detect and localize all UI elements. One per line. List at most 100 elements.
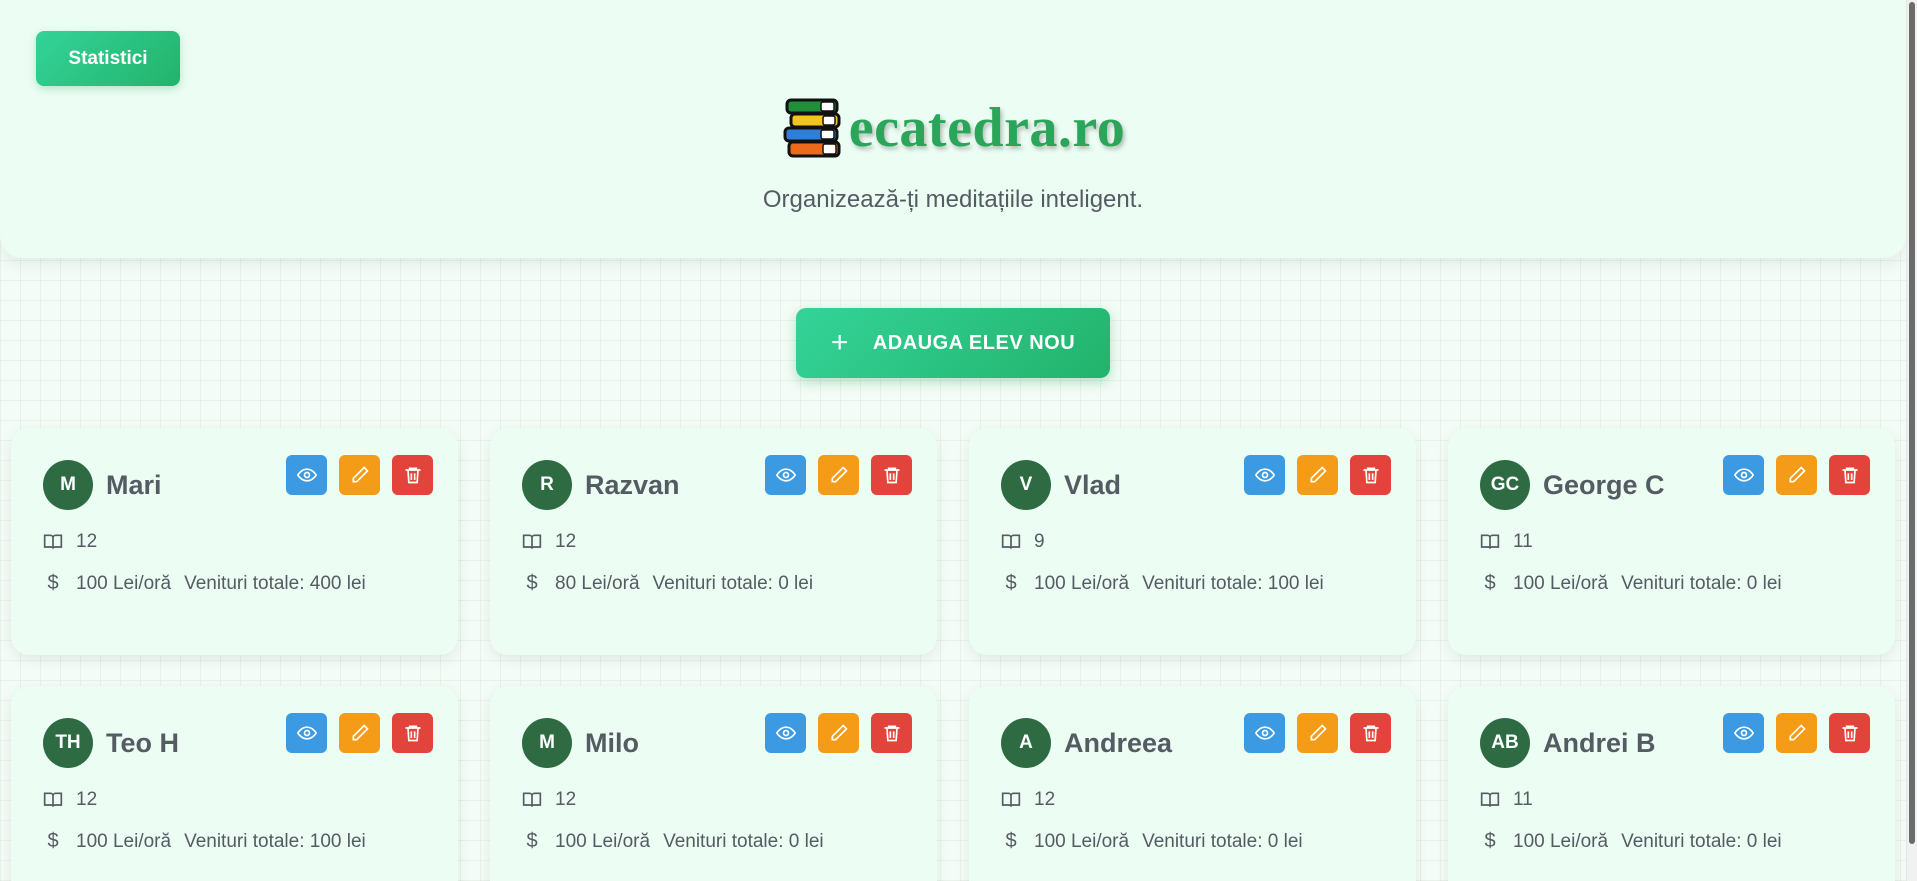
hourly-rate: 100 Lei/oră (1034, 830, 1130, 852)
total-income: Venituri totale: 0 lei (1621, 830, 1782, 852)
scrollbar[interactable] (1906, 0, 1917, 881)
total-income: Venituri totale: 0 lei (1142, 830, 1303, 852)
tagline: Organizează-ți meditațiile inteligent. (762, 186, 1144, 213)
student-name: Razvan (585, 470, 680, 500)
trash-icon (1842, 467, 1857, 484)
statistics-button[interactable]: Statistici (36, 31, 180, 86)
edit-button[interactable] (818, 713, 859, 753)
student-card[interactable]: TH Teo H 12 $100 Lei/oră Venituri totale:… (11, 686, 458, 881)
edit-button[interactable] (818, 455, 859, 495)
trash-icon (1363, 725, 1378, 742)
student-grade: 12 (555, 789, 577, 810)
eye-icon (1733, 726, 1754, 740)
trash-icon (884, 725, 899, 742)
hourly-rate: 100 Lei/oră (1513, 572, 1609, 594)
add-student-label: ADAUGA ELEV NOU (872, 331, 1076, 354)
total-income: Venituri totale: 0 lei (1621, 572, 1782, 594)
dollar-icon: $ (47, 572, 59, 594)
scrollbar-thumb[interactable] (1909, 2, 1915, 844)
pencil-icon (1310, 724, 1327, 741)
student-card[interactable]: AB Andrei B 11 $100 Lei/oră Venituri tota… (1448, 686, 1895, 881)
student-name: Andrei B (1543, 728, 1656, 758)
pencil-icon (1789, 466, 1806, 483)
student-grade: 9 (1034, 531, 1045, 552)
edit-button[interactable] (1297, 713, 1338, 753)
total-income: Venituri totale: 400 lei (184, 572, 366, 594)
student-card[interactable]: M Mari 12 $100 Lei/oră Venituri totale: 4… (11, 428, 458, 655)
student-cards: M Mari 12 $100 Lei/oră Venituri totale: 4… (11, 428, 1897, 881)
avatar: AB (1480, 718, 1530, 768)
student-name: Milo (585, 728, 639, 758)
header: Statistici ecatedra.ro Organizează-ți me… (0, 0, 1906, 258)
avatar: R (522, 460, 572, 510)
hourly-rate: 80 Lei/oră (555, 572, 640, 594)
student-card[interactable]: V Vlad 9 $100 Lei/oră Venituri totale: 10… (969, 428, 1416, 655)
trash-icon (405, 467, 420, 484)
edit-button[interactable] (339, 713, 380, 753)
delete-button[interactable] (1350, 713, 1391, 753)
view-button[interactable] (286, 713, 327, 753)
student-name: Andreea (1064, 728, 1173, 758)
student-grade: 12 (76, 531, 98, 552)
book-icon (43, 532, 63, 552)
pencil-icon (1310, 466, 1327, 483)
student-grade: 11 (1513, 531, 1533, 552)
edit-button[interactable] (1776, 713, 1817, 753)
trash-icon (405, 725, 420, 742)
edit-button[interactable] (1297, 455, 1338, 495)
view-button[interactable] (765, 713, 806, 753)
pencil-icon (352, 724, 369, 741)
book-icon (1001, 790, 1021, 810)
student-card[interactable]: A Andreea 12 $100 Lei/oră Venituri totale… (969, 686, 1416, 881)
trash-icon (1842, 725, 1857, 742)
student-name: Teo H (106, 728, 179, 758)
edit-button[interactable] (339, 455, 380, 495)
view-button[interactable] (765, 455, 806, 495)
delete-button[interactable] (392, 713, 433, 753)
avatar: TH (43, 718, 93, 768)
books-logo-icon (783, 98, 841, 158)
total-income: Venituri totale: 0 lei (652, 572, 814, 594)
eye-icon (296, 726, 317, 740)
delete-button[interactable] (392, 455, 433, 495)
book-icon (522, 532, 542, 552)
book-icon (1480, 532, 1500, 552)
eye-icon (775, 468, 796, 482)
hourly-rate: 100 Lei/oră (76, 830, 172, 852)
eye-icon (775, 726, 796, 740)
student-name: Vlad (1064, 470, 1122, 500)
student-grade: 11 (1513, 789, 1533, 810)
student-card[interactable]: M Milo 12 $100 Lei/oră Venituri totale: 0… (490, 686, 937, 881)
view-button[interactable] (1723, 455, 1764, 495)
delete-button[interactable] (1829, 455, 1870, 495)
student-grade: 12 (1034, 789, 1056, 810)
add-student-button[interactable]: + ADAUGA ELEV NOU (796, 308, 1110, 378)
delete-button[interactable] (1829, 713, 1870, 753)
dollar-icon: $ (1005, 830, 1017, 852)
edit-button[interactable] (1776, 455, 1817, 495)
student-card[interactable]: GC George C 11 $100 Lei/oră Venituri tota… (1448, 428, 1895, 655)
avatar: M (522, 718, 572, 768)
view-button[interactable] (1244, 713, 1285, 753)
eye-icon (1733, 468, 1754, 482)
hourly-rate: 100 Lei/oră (1513, 830, 1609, 852)
view-button[interactable] (1723, 713, 1764, 753)
brand[interactable]: ecatedra.ro (0, 96, 1906, 160)
hourly-rate: 100 Lei/oră (76, 572, 172, 594)
avatar: GC (1480, 460, 1530, 510)
delete-button[interactable] (871, 713, 912, 753)
dollar-icon: $ (1005, 572, 1017, 594)
delete-button[interactable] (871, 455, 912, 495)
pencil-icon (831, 466, 848, 483)
view-button[interactable] (286, 455, 327, 495)
dollar-icon: $ (526, 572, 538, 594)
eye-icon (1254, 468, 1275, 482)
avatar: A (1001, 718, 1051, 768)
avatar: V (1001, 460, 1051, 510)
student-grade: 12 (76, 789, 98, 810)
student-card[interactable]: R Razvan 12 $80 Lei/oră Venituri totale: … (490, 428, 937, 655)
view-button[interactable] (1244, 455, 1285, 495)
dollar-icon: $ (526, 830, 538, 852)
delete-button[interactable] (1350, 455, 1391, 495)
brand-name[interactable]: ecatedra.ro (849, 96, 1126, 160)
